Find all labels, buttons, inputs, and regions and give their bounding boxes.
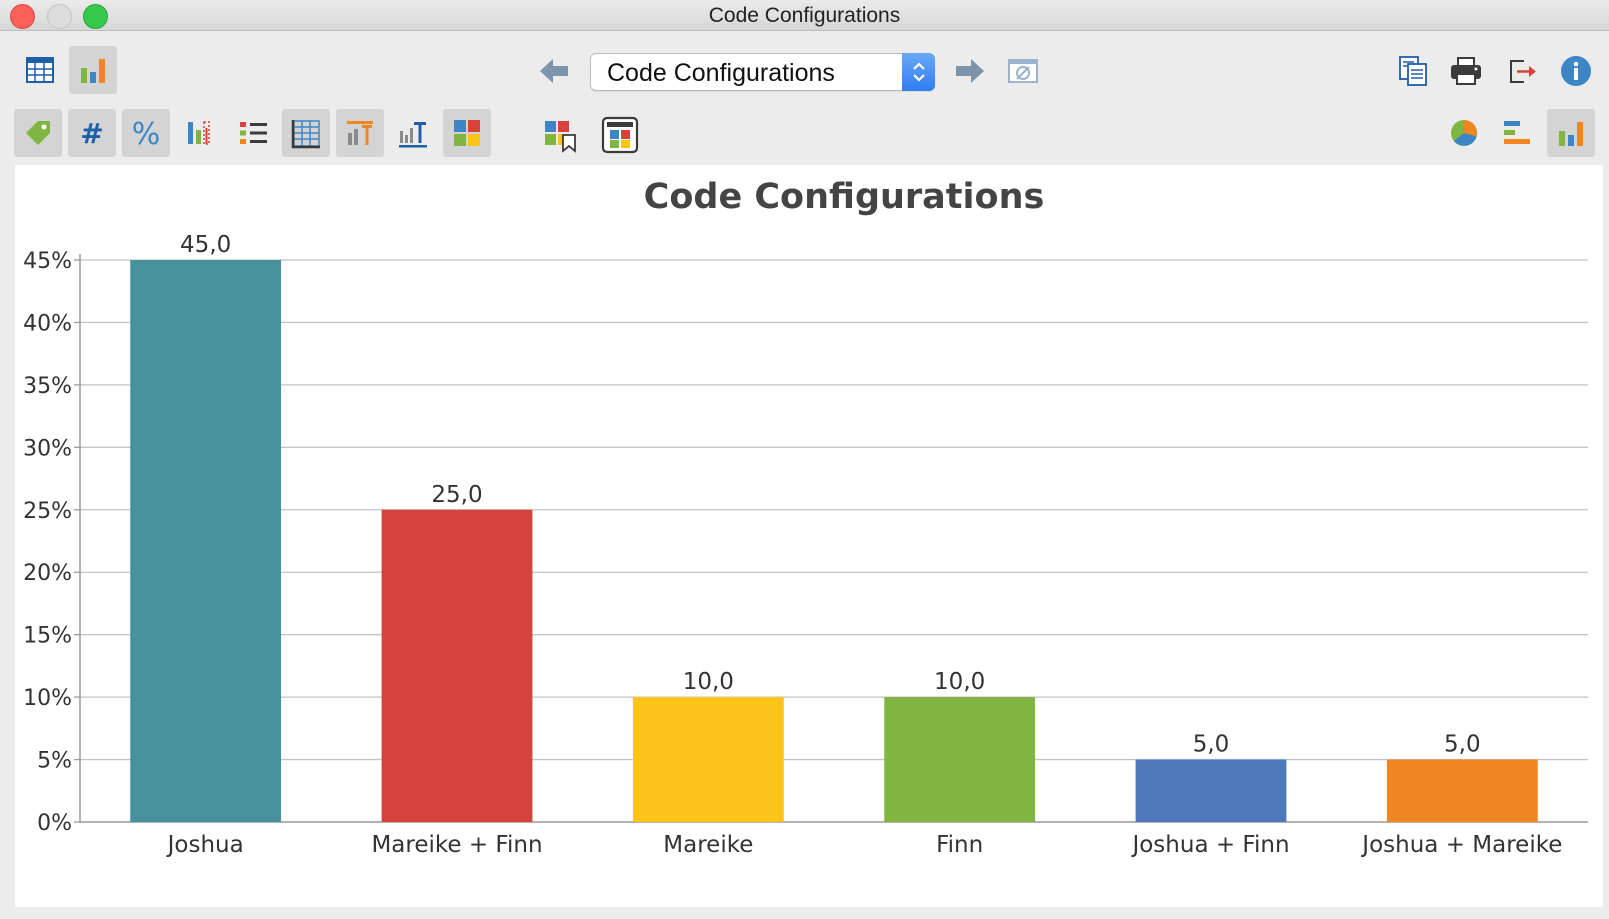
forward-button[interactable] [946,47,994,95]
absolute-count-button[interactable]: # [68,109,116,157]
print-button[interactable] [1442,47,1490,95]
vertical-bar-icon [1559,122,1583,146]
y-tick-label: 25% [23,499,72,524]
x-category-label: Finn [936,832,983,858]
chevron-up-down-icon [912,62,925,82]
list-icon [240,122,267,144]
x-category-label: Joshua + Finn [1130,832,1289,858]
chart-view-icon [81,59,105,83]
clear-filter-button[interactable] [999,47,1047,95]
svg-text:%: % [132,118,161,148]
bar-value-label: 45,0 [180,232,231,258]
vertical-bar-chart-button[interactable] [1547,109,1595,157]
percent-icon: % [132,118,161,148]
y-tick-label: 5% [37,749,72,774]
selector-stepper[interactable] [902,53,935,91]
percent-button[interactable]: % [122,109,170,157]
y-tick-label: 15% [23,624,72,649]
bar-value-label: 10,0 [934,669,985,695]
column-percent-icon [188,121,210,145]
bar [1386,759,1538,822]
x-category-label: Mareike + Finn [371,832,542,858]
copy-button[interactable] [1389,47,1437,95]
code-labels-button[interactable] [14,109,62,157]
export-icon [1510,60,1536,83]
grid-icon [291,120,320,149]
bar [130,260,282,822]
hash-count-icon: # [80,118,103,148]
export-button[interactable] [1498,47,1546,95]
y-tick-label: 35% [23,374,72,399]
y-tick-label: 30% [23,436,72,461]
y-tick-label: 45% [23,249,72,274]
y-tick-label: 20% [23,561,72,586]
bar-value-label: 5,0 [1444,732,1481,758]
column-percent-button[interactable] [176,109,224,157]
bar [632,697,784,822]
bar [381,509,533,822]
back-button[interactable] [530,47,578,95]
bar [884,697,1036,822]
y-tick-label: 0% [37,811,72,836]
chart-title-button[interactable] [336,109,384,157]
gridlines-button[interactable] [282,109,330,157]
print-icon [1451,57,1481,85]
chart-title: Code Configurations [644,177,1045,217]
horizontal-bar-chart-button[interactable] [1493,109,1541,157]
info-button[interactable] [1552,47,1600,95]
bookmark-colors-icon [545,121,576,153]
window-title: Code Configurations [708,4,901,27]
color-palette-icon [454,120,480,146]
tag-icon [26,121,50,145]
clear-filter-icon [1008,59,1038,83]
table-view-button[interactable] [16,46,64,94]
copy-icon [1399,56,1427,86]
chart-panel: Code Configurations 0% 5% 10% 15% 20% 25% 30% 35… [15,165,1603,907]
frame-colors-icon [601,116,639,154]
list-button[interactable] [229,109,277,157]
x-category-label: Joshua + Mareike [1360,832,1562,858]
bar-value-label: 5,0 [1193,732,1230,758]
forward-arrow-icon [956,59,984,83]
axis-title-icon [399,122,427,148]
configuration-selector[interactable]: Code Configurations [590,53,935,91]
horizontal-bar-icon [1504,121,1530,144]
color-palette-button[interactable] [443,109,491,157]
bookmark-colors-button[interactable] [537,111,585,159]
x-category-label: Joshua [166,832,244,858]
chart-title-icon [347,121,373,145]
chart-view-button[interactable] [69,46,117,94]
table-view-icon [26,57,54,83]
y-tick-label: 10% [23,686,72,711]
frame-colors-button[interactable] [596,111,644,159]
pie-chart-button[interactable] [1440,109,1488,157]
title-bar: Code Configurations [0,0,1609,31]
x-category-label: Mareike [663,832,753,858]
y-tick-label: 40% [23,311,72,336]
svg-text:#: # [80,118,103,148]
bar-value-label: 25,0 [431,482,482,508]
bar-value-label: 10,0 [683,669,734,695]
pie-chart-icon [1451,119,1478,146]
axis-title-button[interactable] [389,109,437,157]
info-icon [1561,56,1591,86]
bar-chart: Code Configurations 0% 5% 10% 15% 20% 25% 30% 35… [23,177,1588,858]
selector-value: Code Configurations [607,59,835,87]
back-arrow-icon [540,59,568,83]
bar [1135,759,1287,822]
